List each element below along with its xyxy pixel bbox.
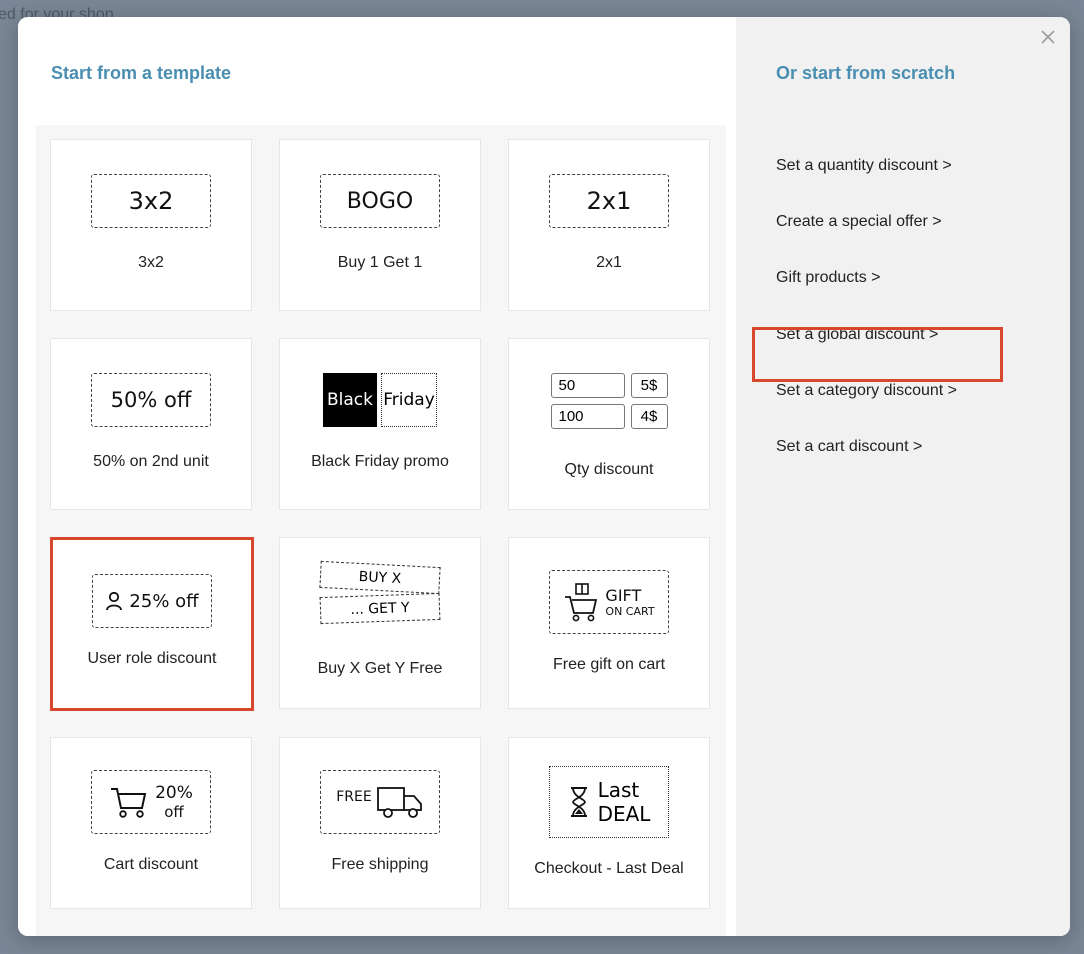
qty-cell: 50 — [550, 373, 625, 398]
template-art-2x1: 2x1 — [549, 174, 669, 228]
template-card-buy-x-get-y[interactable]: BUY X ... GET Y Buy X Get Y Free — [279, 537, 481, 709]
black-tag: Black — [323, 373, 377, 427]
template-label: Free gift on cart — [552, 656, 666, 673]
scratch-section-title: Or start from scratch — [776, 63, 956, 83]
scratch-option-cart-discount[interactable]: Set a cart discount > — [776, 438, 922, 456]
close-icon[interactable] — [1036, 25, 1060, 49]
template-card-qty-discount[interactable]: 50 5$ 100 4$ Qty discount — [508, 338, 710, 510]
scratch-option-quantity-discount[interactable]: Set a quantity discount > — [776, 157, 952, 175]
template-label: Black Friday promo — [311, 453, 449, 470]
template-art-black-friday: Black Friday — [323, 373, 437, 427]
template-art-50-off: 50% off — [91, 373, 211, 427]
template-art-free-gift: GIFT ON CART — [549, 570, 669, 634]
template-label: Free shipping — [331, 856, 429, 873]
truck-icon — [376, 787, 422, 818]
template-card-free-gift[interactable]: GIFT ON CART Free gift on cart — [508, 537, 710, 709]
price-cell: 5$ — [630, 373, 668, 398]
template-label: Checkout - Last Deal — [534, 860, 684, 877]
template-card-cart-discount[interactable]: 20% off Cart discount — [50, 737, 252, 909]
template-section-title: Start from a template — [51, 63, 232, 83]
template-art-cart-discount: 20% off — [91, 770, 211, 834]
template-panel: Start from a template 3x2 3x2 BOGO Buy 1… — [18, 17, 736, 936]
scratch-panel: Or start from scratch Set a quantity dis… — [736, 17, 1070, 936]
template-picker-modal: Start from a template 3x2 3x2 BOGO Buy 1… — [18, 17, 1070, 936]
scratch-option-gift-products[interactable]: Gift products > — [776, 269, 881, 287]
template-label: 2x1 — [596, 254, 622, 271]
hourglass-icon — [570, 787, 587, 817]
qty-cell: 100 — [550, 404, 625, 429]
template-art-bogo: BOGO — [320, 174, 440, 228]
template-art-qty-table: 50 5$ 100 4$ — [550, 373, 668, 429]
template-label: Buy X Get Y Free — [317, 660, 443, 677]
template-card-black-friday[interactable]: Black Friday Black Friday promo — [279, 338, 481, 510]
user-icon — [106, 591, 123, 611]
template-label: Qty discount — [564, 461, 654, 478]
template-art-3x2: 3x2 — [91, 174, 211, 228]
template-art-last-deal: Last DEAL — [549, 766, 669, 838]
scratch-option-category-discount[interactable]: Set a category discount > — [776, 382, 957, 400]
template-card-bogo[interactable]: BOGO Buy 1 Get 1 — [279, 139, 481, 311]
gift-cart-icon — [565, 583, 598, 622]
template-card-2x1[interactable]: 2x1 2x1 — [508, 139, 710, 311]
template-label: 3x2 — [138, 254, 164, 271]
template-label: User role discount — [87, 650, 217, 667]
friday-tag: Friday — [381, 373, 437, 427]
template-label: Buy 1 Get 1 — [337, 254, 423, 271]
price-cell: 4$ — [630, 404, 668, 429]
template-card-user-role[interactable]: 25% off User role discount — [50, 537, 254, 711]
template-card-last-deal[interactable]: Last DEAL Checkout - Last Deal — [508, 737, 710, 909]
template-art-free-shipping: FREE — [320, 770, 440, 834]
template-card-50-off[interactable]: 50% off 50% on 2nd unit — [50, 338, 252, 510]
scratch-option-special-offer[interactable]: Create a special offer > — [776, 213, 942, 231]
template-label: 50% on 2nd unit — [93, 453, 209, 470]
shopping-cart-icon — [111, 788, 147, 818]
template-art-user-role: 25% off — [92, 574, 212, 628]
template-art-buy-x-get-y: BUY X ... GET Y — [319, 560, 441, 625]
template-card-free-shipping[interactable]: FREE Free shipping — [279, 737, 481, 909]
template-label: Cart discount — [103, 856, 199, 873]
buy-x-tag: BUY X — [319, 560, 441, 595]
get-y-tag: ... GET Y — [319, 592, 441, 625]
global-discount-highlight — [752, 327, 1003, 382]
template-card-3x2[interactable]: 3x2 3x2 — [50, 139, 252, 311]
template-grid: 3x2 3x2 BOGO Buy 1 Get 1 2x1 2x1 50% off… — [36, 125, 726, 936]
